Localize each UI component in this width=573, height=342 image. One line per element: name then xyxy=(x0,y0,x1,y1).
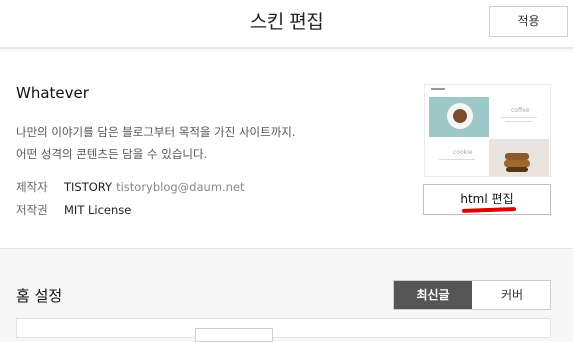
skin-name: Whatever xyxy=(16,84,89,102)
description-line-1: 나만의 이야기를 담은 블로그부터 목적을 가진 사이트까지. xyxy=(16,125,296,139)
top-header: 스킨 편집 적용 xyxy=(0,0,573,49)
license-label: 저작권 xyxy=(16,203,48,217)
option-latest-posts[interactable]: 최신글 xyxy=(394,281,472,309)
skin-description: 나만의 이야기를 담은 블로그부터 목적을 가진 사이트까지. 어떤 성격의 콘… xyxy=(16,121,396,165)
license-row: 저작권 MIT License xyxy=(16,202,131,218)
home-settings-card xyxy=(16,318,551,342)
apply-button[interactable]: 적용 xyxy=(489,6,568,37)
home-settings-title: 홈 설정 xyxy=(16,287,63,305)
license-value: MIT License xyxy=(64,203,132,217)
skin-info-panel: Whatever 나만의 이야기를 담은 블로그부터 목적을 가진 사이트까지.… xyxy=(0,51,573,249)
home-type-toggle: 최신글 커버 xyxy=(393,280,551,310)
thumbnail-label-top: coffee xyxy=(511,107,530,114)
skin-thumbnail: coffee cookie xyxy=(424,84,551,177)
description-line-2: 어떤 성격의 콘텐츠든 담을 수 있습니다. xyxy=(16,147,208,161)
maker-row: 제작자 TISTORY tistoryblog@daum.net xyxy=(16,179,245,195)
card-inner-box[interactable] xyxy=(195,328,273,342)
thumbnail-label-bottom: cookie xyxy=(453,149,473,156)
maker-email: tistoryblog@daum.net xyxy=(116,180,245,194)
option-cover[interactable]: 커버 xyxy=(473,281,551,309)
thumbnail-topbar xyxy=(425,85,550,95)
page-title: 스킨 편집 xyxy=(249,11,324,33)
maker-label: 제작자 xyxy=(16,180,48,194)
maker-value: TISTORY xyxy=(64,180,113,194)
coffee-icon xyxy=(453,109,467,123)
pancake-icon xyxy=(505,153,529,160)
